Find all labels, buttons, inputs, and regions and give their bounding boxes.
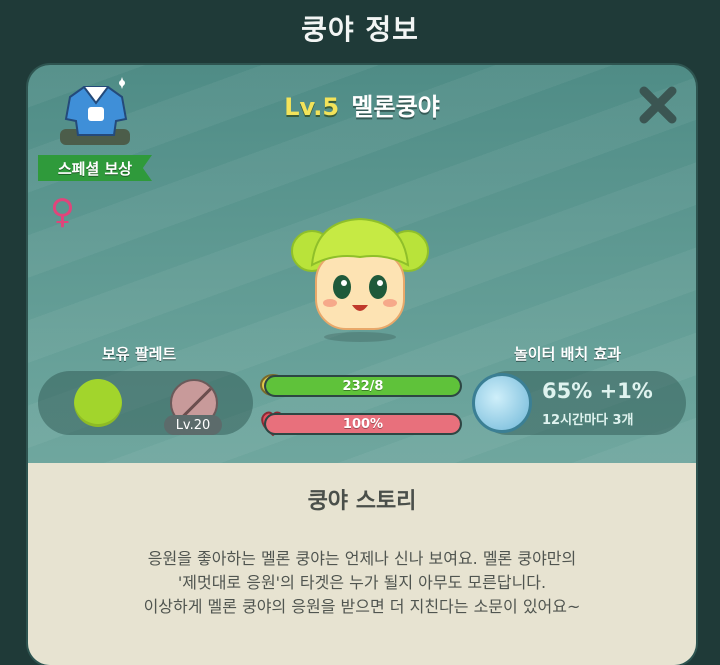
special-reward-label: 스페셜 보상 [38, 155, 152, 181]
female-icon: ♀ [50, 192, 75, 232]
palette-box: Lv.20 [38, 371, 253, 435]
page-title: 쿵야 정보 [301, 13, 419, 46]
palette-title: 보유 팔레트 [102, 345, 177, 363]
character-info-panel: 스페셜 보상 ♀ Lv.5 멜론쿵야 보유 팔레트 Lv.20 232/8 10… [28, 65, 696, 665]
effect-title: 놀이터 배치 효과 [514, 345, 622, 363]
effect-main-value: 65% +1% [542, 379, 653, 403]
story-line: 이상하게 멜론 쿵야의 응원을 받으면 더 지친다는 소문이 있어요~ [143, 597, 581, 616]
effect-box: 65% +1% 12시간마다 3개 [472, 371, 686, 435]
story-text: 응원을 좋아하는 멜론 쿵야는 언제나 신나 보여요. 멜론 쿵야만의 '제멋대… [48, 547, 676, 619]
story-section: 쿵야 스토리 응원을 좋아하는 멜론 쿵야는 언제나 신나 보여요. 멜론 쿵야… [28, 463, 696, 665]
story-line: 응원을 좋아하는 멜론 쿵야는 언제나 신나 보여요. 멜론 쿵야만의 [147, 549, 577, 568]
ice-pile-icon [472, 373, 532, 433]
melon-kungya-character[interactable] [290, 213, 430, 343]
palette-lock-level: Lv.20 [164, 415, 222, 435]
character-level: Lv.5 [284, 93, 340, 121]
food-bar: 232/8 [264, 375, 462, 397]
hp-bar: 100% [264, 413, 462, 435]
close-button[interactable] [638, 85, 678, 125]
character-title: Lv.5 멜론쿵야 [28, 87, 696, 122]
hp-bar-text: 100% [342, 416, 384, 432]
story-line: '제멋대로 응원'의 타겟은 누가 될지 아무도 모른답니다. [177, 573, 547, 592]
story-title: 쿵야 스토리 [307, 489, 417, 514]
food-bar-text: 232/8 [342, 378, 384, 394]
character-name: 멜론쿵야 [351, 93, 440, 121]
effect-sub-value: 12시간마다 3개 [542, 413, 634, 428]
close-icon [639, 86, 677, 124]
palette-color-lime[interactable] [74, 379, 122, 427]
